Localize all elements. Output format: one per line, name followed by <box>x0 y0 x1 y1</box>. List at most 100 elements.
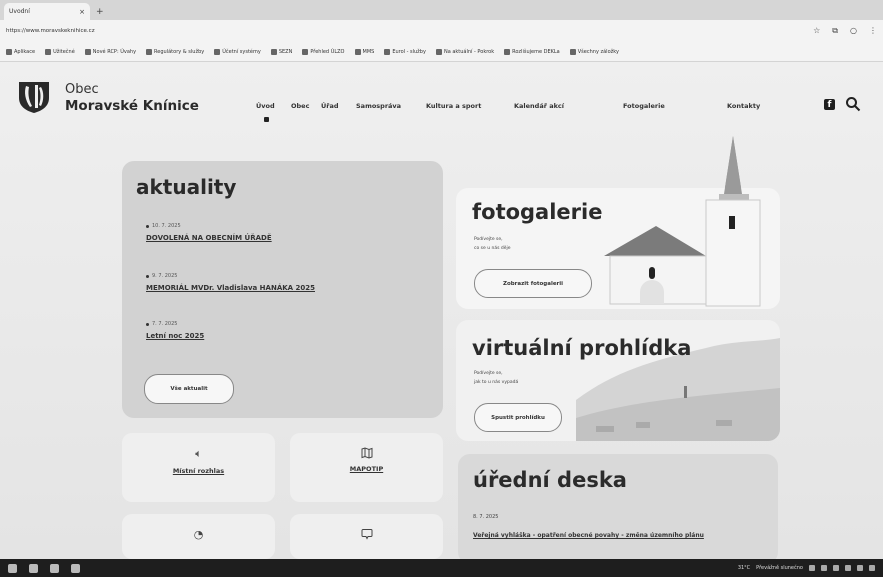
official-board-date: 8. 7. 2025 <box>473 514 499 520</box>
bookmark[interactable]: Na aktuální - Pokrok <box>435 48 495 55</box>
bookmark[interactable]: Přehled ÚLZO <box>302 48 345 55</box>
tile-label: Místní rozhlas <box>172 467 225 475</box>
bookmark-icon <box>354 48 361 55</box>
tab-title: Úvodní <box>9 8 30 15</box>
brand-line-1[interactable]: Obec <box>65 82 99 97</box>
bookmark[interactable]: Účetní systémy <box>214 48 261 55</box>
news-link[interactable]: MEMORIÁL MVDr. Vladislava HANÁKA 2025 <box>146 284 315 292</box>
bookmark-icon <box>146 48 153 55</box>
bookmark[interactable]: Rozlišujeme DEKLa <box>504 48 560 55</box>
new-tab-button[interactable]: + <box>96 7 104 17</box>
tray-icon[interactable] <box>833 565 839 571</box>
nav-item-kalendar[interactable]: Kalendář akcí <box>514 102 564 110</box>
bookmark-icon <box>569 48 576 55</box>
bookmark-label: Účetní systémy <box>222 48 261 55</box>
tray-icon[interactable] <box>869 565 875 571</box>
bookmark-label: Aplikace <box>14 48 36 55</box>
siren-icon: ◔ <box>193 528 204 541</box>
tab-strip: Úvodní × + <box>0 0 883 20</box>
speaker-icon: 🔈︎ <box>195 447 202 460</box>
virtual-tour-subtitle-2: jak to u nás vypadá <box>474 380 519 385</box>
screenshot: Úvodní × + https://www.moravskeknihice.c… <box>0 0 883 577</box>
bookmark[interactable]: Nové RCP: Úvahy <box>84 48 137 55</box>
bookmark-label: Na aktuální - Pokrok <box>443 48 495 55</box>
browser-tab[interactable]: Úvodní × <box>4 3 90 20</box>
bookmark-label: MMS <box>362 48 375 55</box>
tray-icon[interactable] <box>821 565 827 571</box>
news-card: aktuality 10. 7. 2025 DOVOLENÁ NA OBECNÍ… <box>122 161 443 418</box>
profile-icon[interactable]: ○ <box>850 26 857 36</box>
news-link[interactable]: Letní noc 2025 <box>146 332 204 340</box>
start-tour-button[interactable]: Spustit prohlídku <box>474 403 562 432</box>
bookmark-label: SEZN <box>278 48 293 55</box>
bookmark-icon <box>384 48 391 55</box>
bookmark-label: Nové RCP: Úvahy <box>92 48 137 55</box>
municipal-coat-of-arms-icon[interactable] <box>16 80 52 114</box>
bookmark[interactable]: SEZN <box>270 48 293 55</box>
close-tab-icon[interactable]: × <box>79 8 85 16</box>
nav-item-obec[interactable]: Obec <box>291 102 309 110</box>
taskbar: 31°C Převážně slunečno <box>0 559 883 577</box>
bullet <box>146 224 149 228</box>
extensions-icon[interactable]: ⧉ <box>832 26 838 36</box>
news-item: 10. 7. 2025 DOVOLENÁ NA OBECNÍM ÚŘADĚ <box>146 223 272 242</box>
bookmark[interactable]: Všechny záložky <box>569 48 619 55</box>
bookmark-label: Regulátory & služby <box>154 48 205 55</box>
url-field[interactable]: https://www.moravskeknihice.cz <box>6 28 813 34</box>
bookmark-label: Užitečné <box>53 48 75 55</box>
search-taskbar-icon[interactable] <box>29 563 38 573</box>
weather-temp[interactable]: 31°C <box>738 565 750 571</box>
tile-alarm[interactable]: ◔ <box>122 514 275 559</box>
news-link[interactable]: DOVOLENÁ NA OBECNÍM ÚŘADĚ <box>146 234 272 242</box>
browser-taskbar-icon[interactable] <box>71 563 80 573</box>
bookmark-icon <box>84 48 91 55</box>
bookmark-label: Všechny záložky <box>577 48 619 55</box>
news-title: aktuality <box>136 175 237 199</box>
bookmarks-bar: Aplikace Užitečné Nové RCP: Úvahy Regulá… <box>0 42 883 62</box>
bookmark[interactable]: Regulátory & služby <box>146 48 205 55</box>
show-gallery-button[interactable]: Zobrazit fotogalerii <box>474 269 592 298</box>
menu-icon[interactable]: ⋮ <box>869 26 877 36</box>
star-icon[interactable]: ☆ <box>813 26 820 36</box>
facebook-icon[interactable]: f <box>824 99 835 110</box>
tray-icon[interactable] <box>845 565 851 571</box>
tile-label: MAPOTIP <box>349 465 384 473</box>
bookmark-label: Rozlišujeme DEKLa <box>512 48 560 55</box>
virtual-tour-subtitle-1: Podívejte se, <box>474 371 503 376</box>
bookmark[interactable]: MMS <box>354 48 375 55</box>
nav-item-urad[interactable]: Úřad <box>321 102 339 110</box>
nav-item-uvod[interactable]: Úvod <box>256 102 275 110</box>
bookmark[interactable]: Aplikace <box>6 48 36 55</box>
brand-line-2[interactable]: Moravské Knínice <box>65 98 199 114</box>
bookmark-icon <box>270 48 277 55</box>
official-board-card: úřední deska 8. 7. 2025 Veřejná vyhláška… <box>458 454 778 564</box>
bullet <box>146 322 149 326</box>
speech-bubble-icon <box>361 529 372 540</box>
bookmark-icon <box>45 48 52 55</box>
task-view-icon[interactable] <box>50 563 59 573</box>
tile-feedback[interactable] <box>290 514 443 559</box>
weather-status[interactable]: Převážně slunečno <box>756 565 803 571</box>
gallery-card: fotogalerie Podívejte se, co se u nás dě… <box>456 188 780 309</box>
nav-item-kontakty[interactable]: Kontakty <box>727 102 760 110</box>
nav-item-fotogalerie[interactable]: Fotogalerie <box>623 102 665 110</box>
official-board-title: úřední deska <box>473 468 627 492</box>
nav-item-kultura[interactable]: Kultura a sport <box>426 102 481 110</box>
all-news-button[interactable]: Vše aktualit <box>144 374 234 404</box>
virtual-tour-title: virtuální prohlídka <box>472 336 692 360</box>
bookmark[interactable]: Eurol - služby <box>384 48 426 55</box>
start-icon[interactable] <box>8 563 17 573</box>
search-icon[interactable] <box>845 96 861 112</box>
tile-local-radio[interactable]: 🔈︎ Místní rozhlas <box>122 433 275 502</box>
nav-item-samosprava[interactable]: Samospráva <box>356 102 401 110</box>
news-date: 10. 7. 2025 <box>152 223 181 229</box>
tile-mapotip[interactable]: MAPOTIP <box>290 433 443 502</box>
address-bar: https://www.moravskeknihice.cz ☆ ⧉ ○ ⋮ <box>0 20 883 42</box>
tray-icon[interactable] <box>809 565 815 571</box>
gallery-title: fotogalerie <box>472 200 603 224</box>
virtual-tour-card: virtuální prohlídka Podívejte se, jak to… <box>456 320 780 441</box>
map-icon <box>361 447 372 459</box>
tray-icon[interactable] <box>857 565 863 571</box>
bookmark[interactable]: Užitečné <box>45 48 75 55</box>
official-board-link[interactable]: Veřejná vyhláška - opatření obecné povah… <box>473 532 704 539</box>
